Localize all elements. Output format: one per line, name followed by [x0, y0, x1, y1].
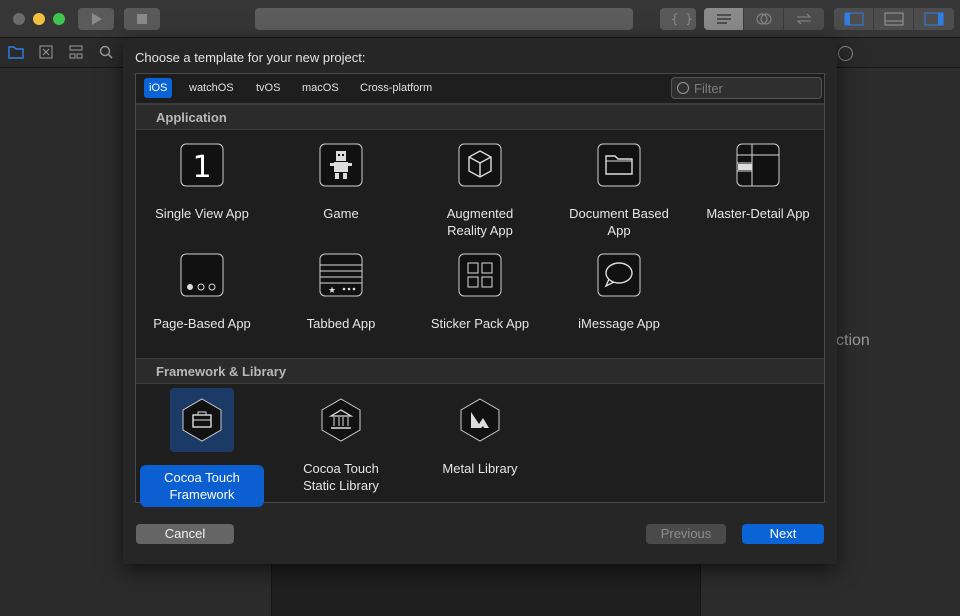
filter-placeholder: Filter: [694, 81, 723, 96]
message-bubble-icon: [597, 253, 641, 297]
find-nav-icon[interactable]: [98, 44, 114, 60]
template-label: Augmented Reality App: [446, 206, 514, 238]
platform-tab-bar: iOS watchOS tvOS macOS Cross-platform Fi…: [136, 74, 824, 104]
folder-icon: [597, 143, 641, 187]
filter-icon: [677, 82, 689, 94]
tab-watchos[interactable]: watchOS: [184, 78, 239, 98]
toolbox-icon: [182, 398, 222, 442]
venn-icon: [756, 13, 771, 25]
section-title: Application: [156, 110, 227, 125]
standard-editor-button[interactable]: [704, 8, 744, 30]
svg-text:1: 1: [192, 150, 211, 185]
source-control-nav-icon[interactable]: [38, 44, 54, 60]
svg-text:★: ★: [328, 286, 336, 296]
lines-icon: [716, 14, 731, 24]
folder-nav-icon[interactable]: [8, 44, 24, 60]
template-label: Document Based App: [569, 206, 669, 238]
master-detail-icon: [736, 143, 780, 187]
template-label: Game: [323, 206, 359, 221]
panel-toggle-control: [834, 8, 954, 30]
template-label: Sticker Pack App: [430, 316, 530, 331]
editor-mode-control: [704, 8, 824, 30]
assistant-editor-button[interactable]: [744, 8, 784, 30]
bottom-panel-icon: [884, 12, 903, 26]
toggle-inspector-button[interactable]: [914, 8, 954, 30]
left-panel-icon: [844, 12, 863, 26]
zoom-window-button[interactable]: [53, 13, 65, 25]
tab-tvos[interactable]: tvOS: [251, 78, 285, 98]
sheet-title: Choose a template for your new project:: [135, 50, 366, 65]
right-panel-icon: [924, 12, 944, 26]
section-header-application: Application: [136, 104, 824, 130]
close-window-button[interactable]: [13, 13, 25, 25]
tab-macos[interactable]: macOS: [297, 78, 344, 98]
template-chooser: iOS watchOS tvOS macOS Cross-platform Fi…: [135, 73, 825, 507]
play-icon: [92, 13, 102, 25]
inspector-placeholder-text: ction: [836, 332, 870, 349]
minimize-window-button[interactable]: [33, 13, 45, 25]
game-icon: [319, 143, 363, 187]
single-view-icon: 1: [180, 143, 224, 187]
section-header-framework-library: Framework & Library: [136, 358, 824, 384]
template-label: Master-Detail App: [706, 206, 810, 221]
next-button[interactable]: Next: [742, 524, 824, 544]
run-button[interactable]: [78, 8, 114, 30]
svg-text:{ }: { }: [671, 12, 693, 26]
template-label: iMessage App: [578, 316, 660, 331]
page-dots-icon: [180, 253, 224, 297]
cancel-button[interactable]: Cancel: [136, 524, 234, 544]
tab-ios[interactable]: iOS: [144, 78, 173, 98]
help-icon: [838, 46, 853, 61]
metal-icon: [460, 398, 500, 442]
template-label: Single View App: [155, 206, 249, 221]
version-editor-button[interactable]: [784, 8, 824, 30]
template-chooser-sheet: Choose a template for your new project: …: [123, 38, 837, 564]
filter-field[interactable]: Filter: [671, 77, 822, 99]
template-label: Tabbed App: [306, 316, 376, 331]
toggle-debug-area-button[interactable]: [874, 8, 914, 30]
arrows-icon: [796, 13, 812, 25]
window-toolbar: { }: [0, 0, 960, 38]
template-label: Page-Based App: [153, 316, 251, 331]
activity-viewer: [255, 8, 633, 30]
stop-icon: [137, 14, 147, 24]
braces-icon: { }: [671, 12, 693, 26]
section-title: Framework & Library: [156, 364, 287, 379]
template-label: Cocoa Touch Static Library: [303, 461, 379, 493]
tab-bar-icon: ★: [319, 253, 363, 297]
toggle-navigator-button[interactable]: [834, 8, 874, 30]
previous-button[interactable]: Previous: [646, 524, 726, 544]
template-label: Cocoa Touch Framework: [140, 465, 264, 507]
tab-cross-platform[interactable]: Cross-platform: [355, 78, 437, 98]
ar-cube-icon: [458, 143, 502, 187]
sticker-grid-icon: [458, 253, 502, 297]
template-label: Metal Library: [442, 461, 518, 476]
library-building-icon: [321, 398, 361, 442]
hierarchy-nav-icon[interactable]: [68, 44, 84, 60]
library-button[interactable]: { }: [660, 8, 696, 30]
stop-button[interactable]: [124, 8, 160, 30]
